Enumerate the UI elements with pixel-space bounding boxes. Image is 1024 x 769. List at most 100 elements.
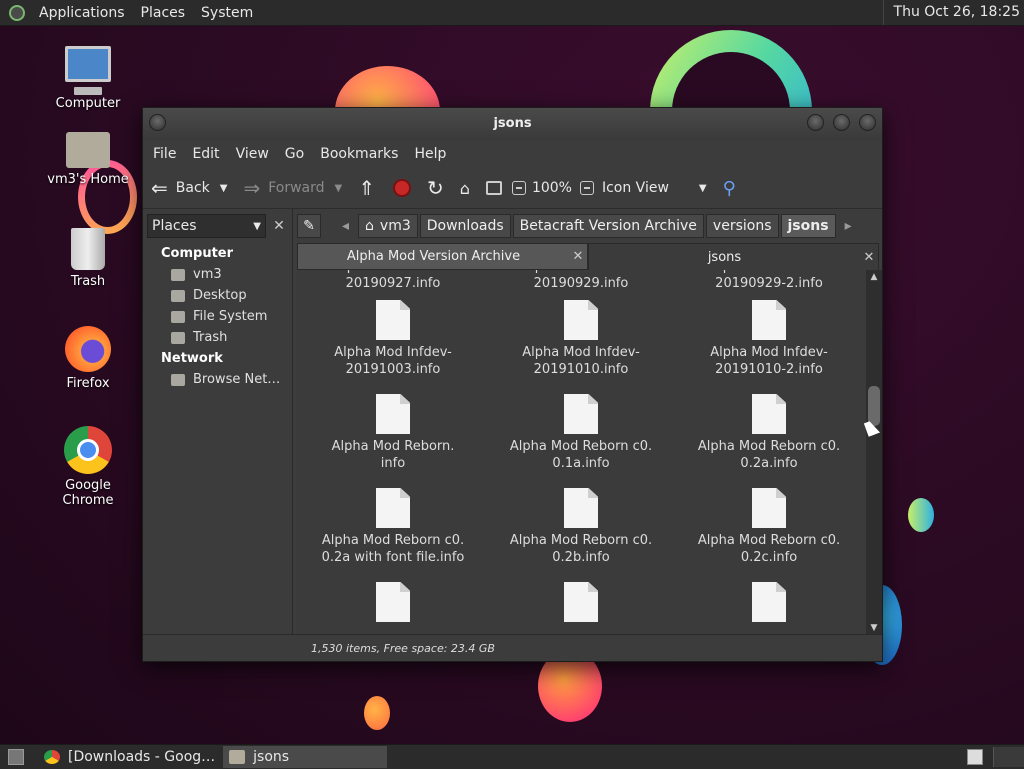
show-desktop-icon[interactable] (8, 749, 24, 765)
file-name-line2: 20190927.info (345, 276, 441, 291)
places-menu[interactable]: Places (133, 5, 194, 21)
desktop-icon-computer[interactable]: Computer (38, 46, 138, 111)
text-file-icon (752, 488, 786, 528)
tab-label: jsons (707, 249, 742, 265)
path-scroll-right-button[interactable]: ▸ (837, 214, 859, 238)
minimize-button[interactable] (807, 114, 824, 131)
menu-help[interactable]: Help (406, 146, 454, 162)
file-item[interactable]: Alpha Mod Infdev- 20191010-2.info (679, 300, 859, 378)
close-sidebar-icon[interactable]: ✕ (270, 218, 288, 234)
chevron-down-icon[interactable]: ▼ (220, 183, 228, 194)
desktop-icon-label: Computer (55, 96, 121, 111)
menu-bookmarks[interactable]: Bookmarks (312, 146, 406, 162)
scroll-up-icon[interactable]: ▲ (866, 272, 882, 282)
workspace-switcher-2[interactable] (993, 747, 1024, 767)
menu-view[interactable]: View (228, 146, 277, 162)
view-mode-label: Icon View (601, 180, 669, 196)
menu-go[interactable]: Go (277, 146, 312, 162)
forward-button[interactable]: ⇒ Forward ▼ (243, 176, 342, 200)
places-selector[interactable]: Places ▼ (147, 214, 266, 238)
file-item[interactable]: Alpha Mod Infdev-20190929.info (491, 270, 671, 292)
search-icon: ⚲ (722, 177, 736, 199)
file-item[interactable]: Alpha Mod Reborn c0. 0.2a with font file.… (303, 488, 483, 566)
file-name-line2: info (380, 456, 406, 471)
path-segment-downloads[interactable]: Downloads (419, 214, 511, 238)
file-item[interactable]: Alpha Mod Reborn c0. 0.2c.info (679, 488, 859, 566)
file-item[interactable]: Alpha Mod Infdev- 20191010.info (491, 300, 671, 378)
computer-icon (65, 46, 111, 95)
desktop-icon-home[interactable]: vm3's Home (38, 132, 138, 187)
tab-jsons[interactable]: jsons ✕ (588, 243, 879, 270)
text-file-icon (376, 394, 410, 434)
scroll-down-icon[interactable]: ▼ (866, 623, 882, 633)
home-button[interactable]: ⌂ (460, 179, 470, 198)
file-name-line1: Alpha Mod Reborn c0. (321, 533, 465, 548)
file-name-line1: Alpha Mod Reborn c0. (697, 533, 841, 548)
close-tab-icon[interactable]: ✕ (860, 250, 878, 265)
view-mode-selector[interactable]: Icon View ▼ (602, 180, 707, 196)
zoom-in-icon (579, 181, 594, 195)
sidebar: Places ▼ ✕ Computer vm3 Desktop File Sys… (143, 209, 293, 635)
taskbar-item-label: jsons (253, 749, 290, 765)
up-button[interactable]: ⇑ (358, 176, 383, 200)
file-name-line2: 20191010-2.info (715, 362, 823, 377)
chevron-down-icon[interactable]: ▼ (335, 183, 343, 194)
window-titlebar[interactable]: jsons (143, 108, 882, 140)
content-pane: ✎ ◂ ⌂ vm3 Downloads Betacraft Version Ar… (297, 209, 882, 635)
file-item[interactable]: Alpha Mod Reborn c0. 0.1a.info (491, 394, 671, 472)
icon-view[interactable]: Alpha Mod Infdev-20190927.info Alpha Mod … (297, 270, 866, 635)
sidebar-item-vm3[interactable]: vm3 (143, 264, 292, 285)
path-segment-vm3[interactable]: ⌂ vm3 (358, 214, 418, 238)
zoom-in-button[interactable] (579, 181, 594, 195)
status-text: 1,530 items, Free space: 23.4 GB (311, 641, 495, 655)
file-name-line2: 0.2a with font file.info (321, 550, 465, 565)
file-item[interactable] (679, 582, 859, 626)
file-item[interactable]: Alpha Mod Infdev-20190927.info (303, 270, 483, 292)
applications-menu[interactable]: Applications (31, 5, 133, 21)
file-item[interactable]: Alpha Mod Reborn c0. 0.2a.info (679, 394, 859, 472)
computer-icon (485, 181, 502, 195)
sidebar-item-browse-network[interactable]: Browse Net… (143, 369, 292, 390)
file-item[interactable]: Alpha Mod Reborn c0. 0.2b.info (491, 488, 671, 566)
sidebar-item-trash[interactable]: Trash (143, 327, 292, 348)
file-item[interactable] (491, 582, 671, 626)
file-item[interactable] (303, 582, 483, 626)
path-segment-betacraft[interactable]: Betacraft Version Archive (512, 214, 704, 238)
path-scroll-left-button[interactable]: ◂ (335, 214, 357, 238)
places-selector-label: Places (152, 218, 197, 234)
close-button[interactable] (859, 114, 876, 131)
desktop-icon-firefox[interactable]: Firefox (38, 326, 138, 391)
tab-alpha-mod-version-archive[interactable]: Alpha Mod Version Archive ✕ (297, 243, 588, 270)
file-item[interactable]: Alpha Mod Infdev- 20191003.info (303, 300, 483, 378)
sidebar-item-desktop[interactable]: Desktop (143, 285, 292, 306)
zoom-level[interactable]: 100% (532, 180, 572, 196)
taskbar-item-jsons[interactable]: jsons (223, 746, 388, 768)
home-folder-icon (171, 268, 185, 281)
desktop-icon-trash[interactable]: Trash (38, 228, 138, 289)
path-segment-jsons[interactable]: jsons (780, 214, 836, 238)
status-bar: 1,530 items, Free space: 23.4 GB (143, 634, 882, 661)
file-item[interactable]: Alpha Mod Reborn. info (303, 394, 483, 472)
file-item[interactable]: Alpha Mod Infdev-20190929-2.info (679, 270, 859, 292)
menu-edit[interactable]: Edit (184, 146, 227, 162)
computer-button[interactable] (485, 181, 502, 195)
sidebar-item-file-system[interactable]: File System (143, 306, 292, 327)
path-segment-versions[interactable]: versions (705, 214, 779, 238)
search-button[interactable]: ⚲ (723, 178, 744, 199)
distro-logo-icon[interactable] (9, 4, 25, 21)
taskbar-item-chrome[interactable]: [Downloads - Goog… (38, 746, 221, 768)
stop-button[interactable] (393, 179, 412, 197)
close-tab-icon[interactable]: ✕ (569, 249, 587, 264)
trash-icon (71, 228, 105, 270)
workspace-switcher[interactable] (967, 749, 983, 765)
clock[interactable]: Thu Oct 26, 18:25 (882, 0, 1024, 25)
location-toggle-button[interactable]: ✎ (297, 214, 321, 238)
desktop-icon-chrome[interactable]: Google Chrome (38, 426, 138, 508)
maximize-button[interactable] (833, 114, 850, 131)
back-button[interactable]: ⇐ Back ▼ (151, 176, 227, 200)
menu-file[interactable]: File (145, 146, 184, 162)
zoom-out-button[interactable] (511, 181, 526, 195)
vertical-scrollbar[interactable]: ▲ ▼ (866, 270, 882, 635)
system-menu[interactable]: System (193, 5, 261, 21)
reload-button[interactable]: ↻ (427, 176, 444, 200)
